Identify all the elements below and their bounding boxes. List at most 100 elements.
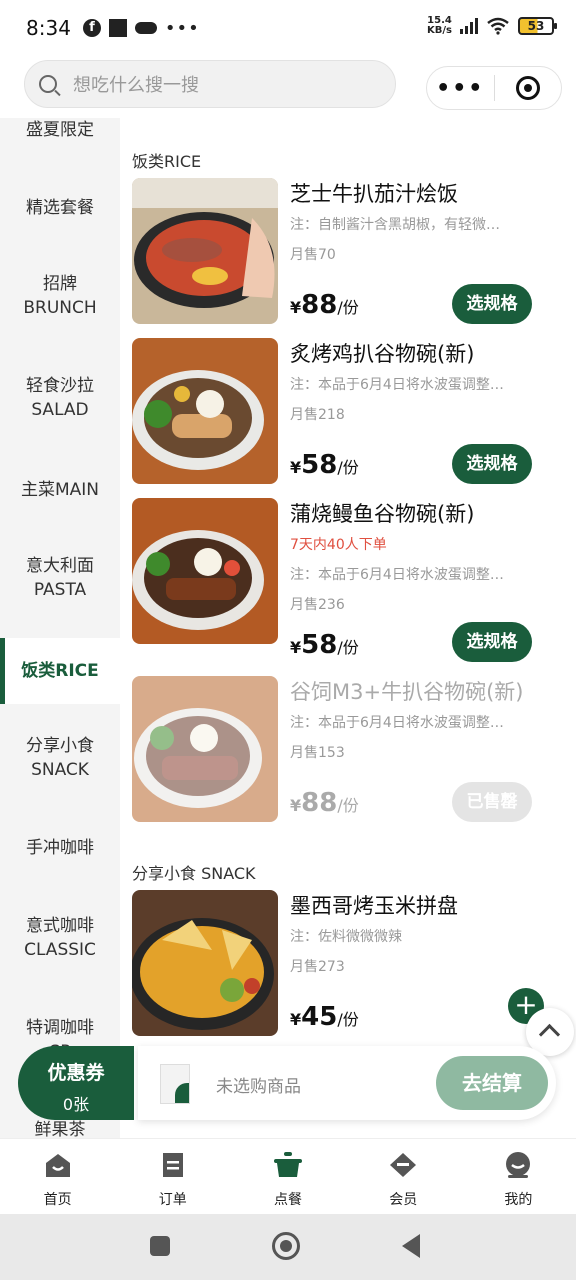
menu-item[interactable]: 墨西哥烤玉米拼盘 注：佐料微微微辣 月售273 ¥45/份 + <box>132 890 552 1038</box>
dish-monthly-sales: 月售218 <box>290 407 345 423</box>
square-notification-icon <box>108 19 127 37</box>
close-miniprogram-button[interactable] <box>495 76 562 100</box>
sidebar-item-label: 精选套餐 <box>26 198 94 218</box>
sidebar-item-sublabel: SNACK <box>31 760 89 780</box>
bottom-tab-bar: 首页 订单 点餐 会员 我的 <box>0 1138 576 1214</box>
price-unit: /份 <box>337 796 359 815</box>
price-currency: ¥ <box>290 1010 302 1029</box>
sidebar-item-sublabel: SALAD <box>31 400 89 420</box>
coupon-button[interactable]: 优惠券 0张 <box>18 1046 134 1120</box>
price-value: 58 <box>301 450 338 480</box>
dish-note: 注：本品于6月4日将水波蛋调整… <box>290 715 504 731</box>
dish-image <box>132 676 278 822</box>
dish-image <box>132 178 278 324</box>
dish-image <box>132 498 278 644</box>
menu-item[interactable]: 芝士牛扒茄汁烩饭 注：自制酱汁含黑胡椒，有轻微… 月售70 ¥88/份 选规格 <box>132 178 552 326</box>
dish-price: ¥58/份 <box>290 630 359 660</box>
choose-spec-button[interactable]: 选规格 <box>452 284 532 324</box>
cart-bar: 未选购商品 去结算 <box>138 1046 556 1120</box>
tab-label: 订单 <box>158 1192 187 1208</box>
dish-image <box>132 890 278 1036</box>
search-icon <box>39 75 57 93</box>
price-value: 45 <box>301 1002 338 1032</box>
sidebar-item-pour-over[interactable]: 手冲咖啡 <box>0 836 120 860</box>
recent-apps-icon[interactable] <box>150 1236 170 1256</box>
sidebar-item-label: 分享小食 <box>26 736 94 756</box>
dish-note: 注：自制酱汁含黑胡椒，有轻微… <box>290 217 500 233</box>
dish-price: ¥88/份 <box>290 788 359 818</box>
sidebar-item-set-meals[interactable]: 精选套餐 <box>0 196 120 220</box>
tab-member[interactable]: 会员 <box>346 1139 461 1214</box>
cart-status-text: 未选购商品 <box>216 1077 301 1097</box>
profile-icon <box>506 1152 531 1178</box>
member-icon <box>390 1153 417 1177</box>
status-time: 8:34 <box>26 16 71 40</box>
dish-name: 谷饲M3+牛扒谷物碗(新) <box>290 680 524 704</box>
price-value: 88 <box>301 788 338 818</box>
price-currency: ¥ <box>290 796 302 815</box>
menu-item[interactable]: 谷饲M3+牛扒谷物碗(新) 注：本品于6月4日将水波蛋调整… 月售153 ¥88… <box>132 676 552 824</box>
sold-out-button: 已售罄 <box>452 782 532 822</box>
sidebar-item-fruit-tea[interactable]: 鲜果茶 <box>0 1118 120 1138</box>
wifi-icon <box>487 17 509 35</box>
sidebar-item-label: 鲜果茶 <box>34 1120 86 1138</box>
price-unit: /份 <box>337 298 359 317</box>
sidebar-item-snack[interactable]: 分享小食 SNACK <box>0 734 120 782</box>
search-input[interactable]: 想吃什么搜一搜 <box>24 60 396 108</box>
dish-price: ¥88/份 <box>290 290 359 320</box>
choose-spec-button[interactable]: 选规格 <box>452 622 532 662</box>
sidebar-item-label: 轻食沙拉 <box>26 376 94 396</box>
dish-name: 芝士牛扒茄汁烩饭 <box>290 182 458 206</box>
tab-label: 点餐 <box>274 1192 302 1208</box>
cloud-icon <box>134 22 157 34</box>
sidebar-item-sublabel: CLASSIC <box>24 940 96 960</box>
checkout-button[interactable]: 去结算 <box>436 1056 548 1110</box>
dish-name: 墨西哥烤玉米拼盘 <box>290 894 458 918</box>
price-currency: ¥ <box>290 298 302 317</box>
dish-name: 蒲烧鳗鱼谷物碗(新) <box>290 502 475 526</box>
sidebar-item-salad[interactable]: 轻食沙拉 SALAD <box>0 374 120 422</box>
sidebar-item-label: 手冲咖啡 <box>26 838 94 858</box>
dish-monthly-sales: 月售70 <box>290 247 336 263</box>
menu-list: 饭类RICE 芝士牛扒茄汁烩饭 注：自制酱汁含黑胡椒，有轻微… 月售70 ¥88… <box>120 118 576 1138</box>
status-bar: 8:34 f ••• 15.4 KB/s 53 <box>0 0 576 56</box>
section-title: 分享小食 SNACK <box>132 864 256 883</box>
back-triangle-icon[interactable] <box>402 1234 420 1258</box>
facebook-icon: f <box>82 19 101 37</box>
tab-orders[interactable]: 订单 <box>115 1139 230 1214</box>
sidebar-item-main[interactable]: 主菜MAIN <box>0 478 120 502</box>
tab-label: 我的 <box>504 1192 533 1208</box>
tab-order-food[interactable]: 点餐 <box>230 1139 345 1214</box>
menu-item[interactable]: 炙烤鸡扒谷物碗(新) 注：本品于6月4日将水波蛋调整… 月售218 ¥58/份 … <box>132 338 552 486</box>
sidebar-item-pasta[interactable]: 意大利面 PASTA <box>0 554 120 602</box>
dish-monthly-sales: 月售273 <box>290 959 345 975</box>
battery-icon: 53 <box>518 17 557 35</box>
sidebar-item-classic[interactable]: 意式咖啡 CLASSIC <box>0 914 120 962</box>
dish-price: ¥45/份 <box>290 1002 359 1032</box>
menu-item[interactable]: 蒲烧鳗鱼谷物碗(新) 7天内40人下单 注：本品于6月4日将水波蛋调整… 月售2… <box>132 498 552 662</box>
tab-profile[interactable]: 我的 <box>461 1139 576 1214</box>
sidebar-item-rice[interactable]: 饭类RICE <box>0 638 120 704</box>
dish-note: 注：佐料微微微辣 <box>290 929 402 945</box>
price-value: 58 <box>301 630 338 660</box>
home-circle-icon[interactable] <box>272 1232 300 1260</box>
dish-promo-label: 7天内40人下单 <box>290 537 387 553</box>
sidebar-item-summer-limited[interactable]: 盛夏限定 <box>0 118 120 142</box>
tab-home[interactable]: 首页 <box>0 1139 115 1214</box>
choose-spec-button[interactable]: 选规格 <box>452 444 532 484</box>
net-speed: 15.4 KB/s <box>427 16 452 36</box>
dish-monthly-sales: 月售153 <box>290 745 345 761</box>
search-placeholder: 想吃什么搜一搜 <box>73 75 199 96</box>
target-icon <box>515 76 540 100</box>
miniprogram-capsule: ••• <box>426 66 562 110</box>
pot-icon <box>274 1152 302 1177</box>
more-button[interactable]: ••• <box>427 76 494 101</box>
dish-note: 注：本品于6月4日将水波蛋调整… <box>290 567 504 583</box>
sidebar-item-label: 特调咖啡 <box>26 1018 94 1038</box>
coupon-count: 0张 <box>62 1095 90 1114</box>
order-icon <box>162 1153 183 1177</box>
category-sidebar: 盛夏限定 精选套餐 招牌 BRUNCH 轻食沙拉 SALAD 主菜MAIN 意大利面… <box>0 118 120 1138</box>
sidebar-item-brunch[interactable]: 招牌 BRUNCH <box>0 272 120 320</box>
shopping-bag-icon[interactable] <box>160 1064 190 1104</box>
home-icon <box>45 1154 70 1177</box>
